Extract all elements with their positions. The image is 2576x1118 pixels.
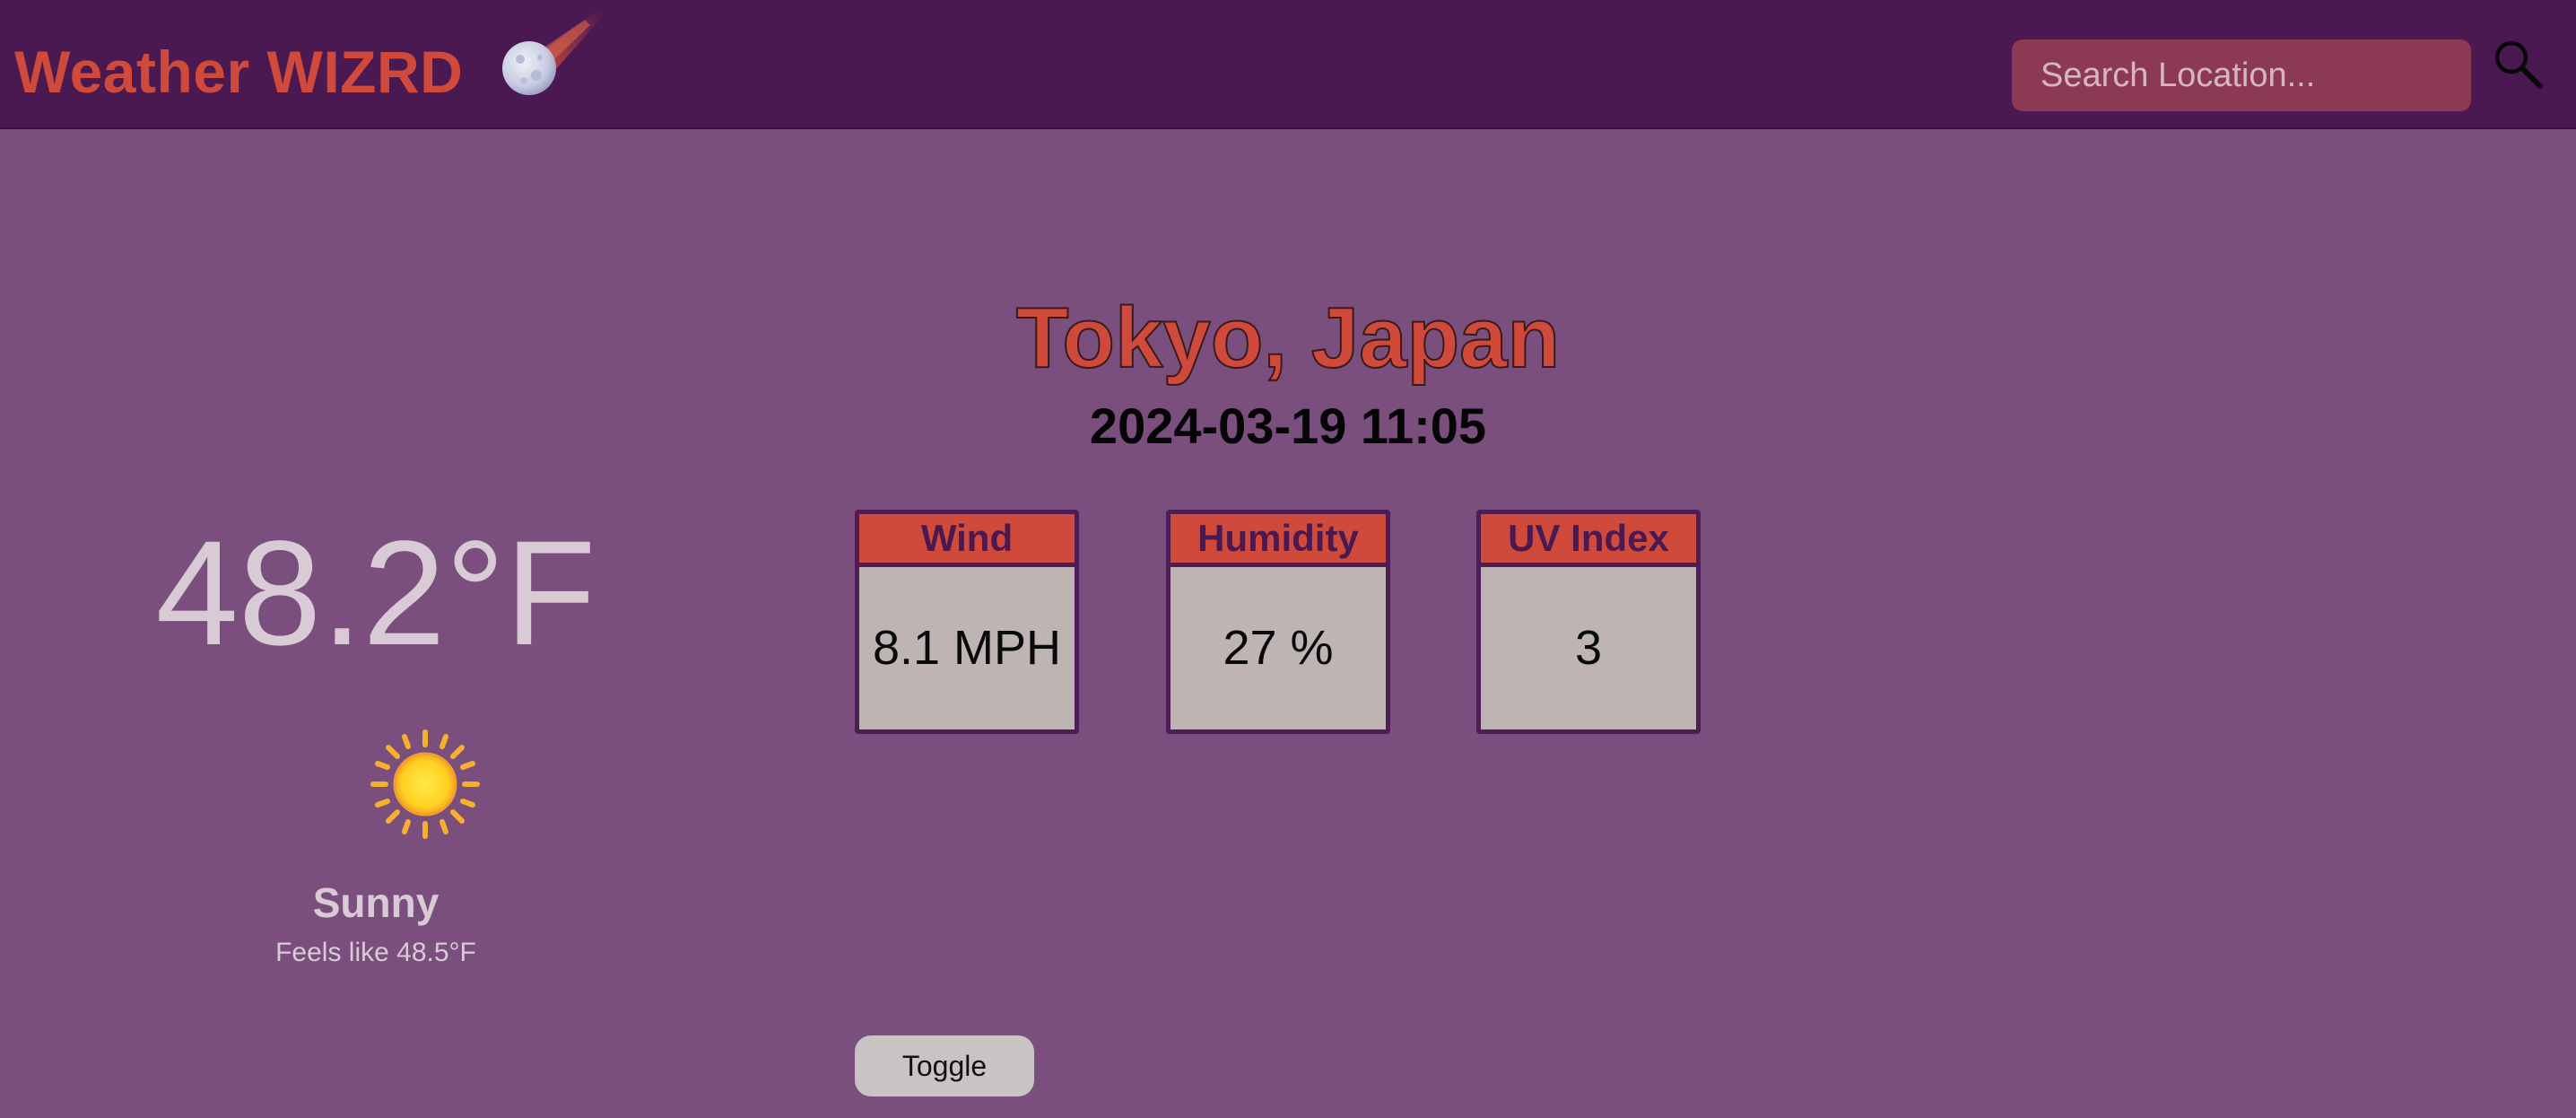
toggle-button[interactable]: Toggle — [855, 1035, 1034, 1096]
comet-moon-icon — [502, 11, 603, 95]
uv-index-card: UV Index 3 — [1476, 510, 1701, 734]
top-bar: Weather WIZRD — [0, 0, 2576, 129]
search-location-input[interactable] — [2012, 39, 2471, 111]
uv-index-value: 3 — [1574, 621, 1603, 675]
local-datetime: 2024-03-19 11:05 — [1089, 397, 1487, 454]
sun-icon — [370, 729, 480, 839]
magnifier-icon — [2494, 40, 2543, 89]
feels-like-text: Feels like 48.5°F — [275, 938, 476, 967]
wind-card: Wind 8.1 MPH — [855, 510, 1079, 734]
app-title: Weather WIZRD — [14, 39, 464, 105]
humidity-card-title: Humidity — [1171, 514, 1386, 567]
location-title: Tokyo, Japan — [1015, 289, 1561, 387]
wind-card-title: Wind — [859, 514, 1075, 567]
condition-label: Sunny — [312, 879, 439, 926]
humidity-value: 27 % — [1223, 621, 1334, 675]
humidity-card: Humidity 27 % — [1166, 510, 1390, 734]
wind-value: 8.1 MPH — [872, 621, 1062, 675]
uv-index-card-title: UV Index — [1481, 514, 1696, 567]
temperature-reading: 48.2°F — [155, 511, 596, 677]
search-button[interactable] — [2492, 38, 2546, 92]
